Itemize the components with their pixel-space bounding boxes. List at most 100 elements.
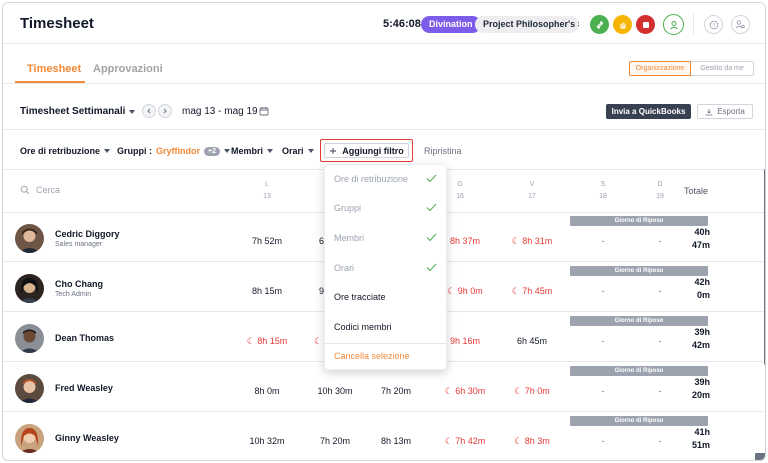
menu-item-pay-hours[interactable]: Ore di retribuzione [334, 174, 408, 184]
total-minutes: 0m [696, 290, 710, 300]
hours-cell[interactable]: - [630, 286, 690, 296]
avatar [15, 224, 44, 253]
filter-label: Gruppi : [117, 146, 152, 156]
hours-cell[interactable]: - [573, 286, 633, 296]
count-badge: +2 [204, 146, 220, 156]
total-minutes: 51m [691, 440, 710, 450]
clear-selection-button[interactable]: Cancella selezione [334, 351, 410, 361]
hours-cell[interactable]: 6h 45m [502, 336, 562, 346]
hours-cell[interactable]: 7h 20m [366, 386, 426, 396]
hours-cell[interactable]: 10h 32m [237, 436, 297, 446]
reset-filters-button[interactable]: Ripristina [424, 146, 462, 156]
moon-icon: ☾ [444, 436, 456, 446]
hours-cell[interactable]: - [573, 236, 633, 246]
filter-pay-hours[interactable]: Ore di retribuzione [20, 146, 111, 156]
hours-cell[interactable]: - [573, 336, 633, 346]
overtime-hours-cell[interactable]: ☾ 8h 15m [237, 336, 297, 347]
calendar-icon[interactable] [259, 106, 269, 116]
hours-value: 9h 0m [457, 286, 483, 296]
scope-organization-toggle[interactable]: Organizzazione [629, 61, 691, 76]
member-name: Cedric Diggory [55, 229, 120, 239]
menu-item-members[interactable]: Membri [334, 233, 364, 243]
hours-cell[interactable]: 8h 0m [237, 386, 297, 396]
overtime-hours-cell[interactable]: ☾ 7h 45m [502, 286, 562, 297]
project-pill[interactable]: Divination [421, 16, 481, 33]
previous-week-button[interactable] [142, 104, 156, 118]
overtime-hours-cell[interactable]: ☾ 7h 0m [502, 386, 562, 397]
table-row[interactable]: Ginny Weasley 10h 32m 7h 20m 8h 13m ☾ 7h… [3, 413, 763, 460]
send-to-quickbooks-button[interactable]: Invia a QuickBooks [606, 104, 691, 119]
moon-icon: ☾ [447, 286, 458, 296]
tab-approvazioni[interactable]: Approvazioni [93, 63, 163, 75]
search-input[interactable]: Cerca [20, 185, 60, 195]
day-number: 16 [456, 193, 464, 200]
overtime-hours-cell[interactable]: ☾ 6h 30m [435, 386, 495, 397]
divider [3, 129, 765, 130]
moon-icon: ☾ [444, 386, 456, 396]
download-icon [705, 108, 713, 115]
hours-cell[interactable]: - [630, 436, 690, 446]
day-letter: D [657, 181, 663, 188]
task-pill[interactable]: Project Philosopher's S... [475, 16, 579, 33]
switch-task-button[interactable] [590, 15, 609, 34]
day-header: D 19 [645, 179, 675, 203]
check-icon [426, 233, 437, 242]
add-filter-button[interactable]: Aggiungi filtro [324, 143, 409, 158]
hours-cell[interactable]: - [630, 386, 690, 396]
chevron-down-icon [104, 149, 111, 153]
hours-cell[interactable]: - [573, 436, 633, 446]
hours-cell[interactable]: 7h 52m [237, 236, 297, 246]
hours-value: 7h 42m [455, 436, 486, 446]
divider [3, 83, 765, 84]
stop-button[interactable] [636, 15, 655, 34]
user-status-button[interactable] [663, 14, 684, 35]
view-select[interactable]: Timesheet Settimanali [20, 106, 136, 117]
overtime-hours-cell[interactable]: ☾ 7h 42m [435, 436, 495, 447]
settings-button[interactable] [731, 15, 750, 34]
hours-value: 8h 15m [257, 336, 288, 346]
member-role: Tech Admin [55, 291, 92, 298]
hours-value: 8h 31m [522, 236, 553, 246]
rest-day-badge: Giorno di Riposo [570, 316, 708, 326]
total-minutes: 42m [691, 340, 710, 350]
break-button[interactable] [613, 15, 632, 34]
avatar [15, 324, 44, 353]
chat-button[interactable] [755, 453, 765, 460]
filter-schedules[interactable]: Orari [282, 146, 314, 156]
day-header: V 17 [517, 179, 547, 203]
moon-icon: ☾ [511, 286, 523, 296]
menu-item-tracked-hours[interactable]: Ore tracciate [334, 292, 386, 302]
total-hours: 41h [694, 427, 710, 437]
next-week-button[interactable] [158, 104, 172, 118]
filter-members[interactable]: Membri [231, 146, 274, 156]
filter-value: Gryffindor [156, 146, 200, 156]
hours-cell[interactable]: 8h 13m [366, 436, 426, 446]
moon-icon: ☾ [514, 436, 525, 446]
help-button[interactable]: ? [704, 15, 723, 34]
hours-cell[interactable]: - [573, 386, 633, 396]
chevron-down-icon [223, 149, 230, 153]
hours-cell[interactable]: - [630, 336, 690, 346]
overtime-hours-cell[interactable]: ☾ 8h 3m [502, 436, 562, 447]
hours-cell[interactable]: 8h 15m [237, 286, 297, 296]
filter-groups[interactable]: Gruppi : Gryffindor +2 [117, 146, 230, 156]
total-hours: 40h [694, 227, 710, 237]
menu-item-groups[interactable]: Gruppi [334, 203, 361, 213]
hours-cell[interactable]: 10h 30m [305, 386, 365, 396]
day-header: G 16 [445, 179, 475, 203]
tab-timesheet[interactable]: Timesheet [27, 63, 81, 75]
menu-item-schedules[interactable]: Orari [334, 263, 354, 273]
hours-cell[interactable]: 7h 20m [305, 436, 365, 446]
total-header: Totale [684, 186, 709, 196]
overtime-hours-cell[interactable]: ☾ 8h 31m [502, 236, 562, 247]
scrollbar-thumb[interactable] [764, 169, 765, 365]
hours-cell[interactable]: - [630, 236, 690, 246]
total-hours: 39h [694, 327, 710, 337]
export-button[interactable]: Esporta [697, 104, 753, 119]
total-hours: 42h [694, 277, 710, 287]
menu-item-member-codes[interactable]: Codici membri [334, 322, 392, 332]
scope-managed-by-me-toggle[interactable]: Gestito da me [691, 61, 754, 76]
check-icon [426, 263, 437, 272]
day-letter: L [265, 181, 269, 188]
table-row[interactable]: Fred Weasley 8h 0m 10h 30m 7h 20m ☾ 6h 3… [3, 363, 763, 412]
